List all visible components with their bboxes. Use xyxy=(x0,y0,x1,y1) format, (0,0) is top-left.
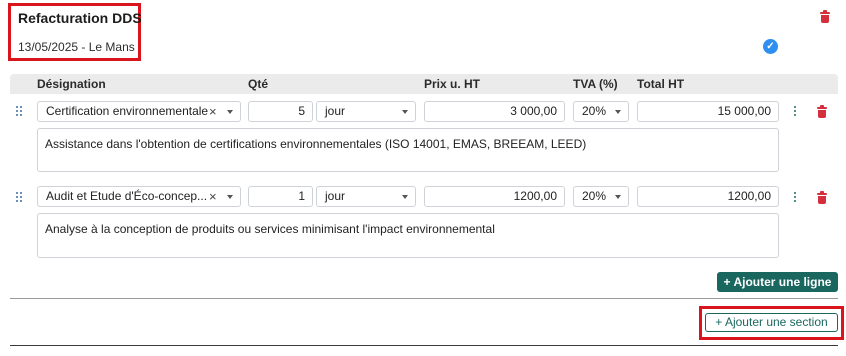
vat-value: 20% xyxy=(582,189,607,203)
more-options-icon[interactable] xyxy=(793,106,797,116)
chevron-down-icon xyxy=(402,195,408,199)
unit-price-input[interactable]: 3 000,00 xyxy=(424,101,565,122)
header-vat: TVA (%) xyxy=(573,77,618,91)
unit-select[interactable]: jour xyxy=(316,186,416,207)
divider xyxy=(10,298,838,299)
clear-icon[interactable]: × xyxy=(209,102,217,121)
chevron-down-icon xyxy=(615,110,621,114)
total-input: 15 000,00 xyxy=(637,101,779,122)
check-circle-icon: ✓ xyxy=(763,39,778,54)
unit-select[interactable]: jour xyxy=(316,101,416,122)
section-title: Refacturation DDS xyxy=(18,10,142,26)
add-section-button[interactable]: + Ajouter une section xyxy=(705,313,838,332)
delete-section-icon[interactable] xyxy=(820,10,830,23)
header-unit-price: Prix u. HT xyxy=(424,77,481,91)
unit-value: jour xyxy=(325,189,346,203)
delete-row-icon[interactable] xyxy=(817,191,827,204)
vat-select[interactable]: 20% xyxy=(573,186,629,207)
total-input: 1200,00 xyxy=(637,186,779,207)
unit-value: jour xyxy=(325,104,346,118)
delete-row-icon[interactable] xyxy=(817,105,827,118)
designation-value: Certification environnementale xyxy=(46,104,209,118)
more-options-icon[interactable] xyxy=(793,192,797,202)
divider xyxy=(10,345,838,346)
vat-value: 20% xyxy=(582,104,607,118)
header-total: Total HT xyxy=(637,77,685,91)
chevron-down-icon xyxy=(227,110,233,114)
chevron-down-icon xyxy=(615,195,621,199)
drag-handle-icon[interactable] xyxy=(16,106,24,116)
vat-select[interactable]: 20% xyxy=(573,101,629,122)
section-subtitle: 13/05/2025 - Le Mans xyxy=(18,40,135,54)
designation-select[interactable]: Audit et Etude d'Éco-concep... × xyxy=(37,186,241,207)
designation-select[interactable]: Certification environnementale × xyxy=(37,101,241,122)
description-textarea[interactable]: Analyse à la conception de produits ou s… xyxy=(37,213,779,258)
header-designation: Désignation xyxy=(37,77,106,91)
chevron-down-icon xyxy=(227,195,233,199)
clear-icon[interactable]: × xyxy=(209,187,217,206)
header-qty: Qté xyxy=(248,77,269,91)
drag-handle-icon[interactable] xyxy=(16,192,24,202)
qty-input[interactable]: 1 xyxy=(248,186,313,207)
add-line-button[interactable]: + Ajouter une ligne xyxy=(717,272,838,292)
chevron-down-icon xyxy=(402,110,408,114)
designation-value: Audit et Etude d'Éco-concep... xyxy=(46,189,208,203)
description-textarea[interactable]: Assistance dans l'obtention de certifica… xyxy=(37,128,779,172)
qty-input[interactable]: 5 xyxy=(248,101,313,122)
unit-price-input[interactable]: 1200,00 xyxy=(424,186,565,207)
